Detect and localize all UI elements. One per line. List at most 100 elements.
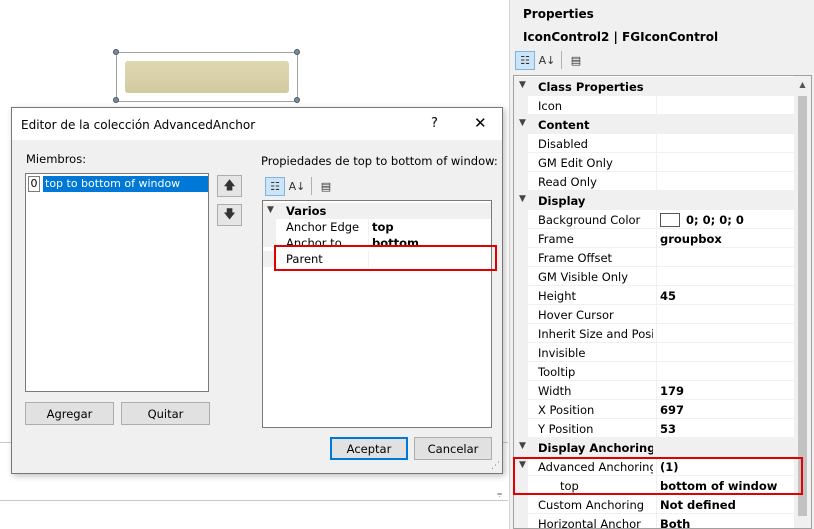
members-list[interactable]: 0 top to bottom of window [25, 173, 209, 392]
grid-category-row[interactable]: ▼ Content [514, 115, 796, 134]
property-name: Tooltip [538, 365, 576, 379]
property-name: GM Edit Only [538, 156, 613, 170]
dialog-title: Editor de la colección AdvancedAnchor [21, 118, 256, 132]
collapse-icon[interactable]: ⩦ [497, 489, 502, 499]
collapse-arrow-icon[interactable]: ▼ [519, 441, 526, 451]
alphabetical-sort-icon[interactable]: A↓ [537, 51, 557, 70]
property-value[interactable] [656, 362, 796, 381]
property-row[interactable]: Background Color 0; 0; 0; 0 [514, 210, 796, 229]
scroll-thumb[interactable] [798, 96, 807, 516]
property-pages-icon[interactable]: ▤ [566, 51, 586, 70]
property-value[interactable] [656, 343, 796, 362]
color-swatch [660, 213, 680, 227]
panel-title: Properties [523, 7, 594, 21]
property-name: Hover Cursor [538, 308, 614, 322]
grid-row-anchor-edge[interactable]: Anchor Edge top [263, 219, 491, 235]
resize-handle[interactable] [294, 97, 300, 103]
collapse-arrow-icon[interactable]: ▼ [519, 194, 526, 204]
help-icon[interactable]: ? [431, 116, 438, 131]
property-value[interactable]: 697 [656, 400, 796, 419]
row-gutter [514, 324, 528, 343]
list-item[interactable]: 0 top to bottom of window [28, 176, 208, 192]
property-name: Icon [538, 99, 563, 113]
dialog-titlebar: Editor de la colección AdvancedAnchor ? … [12, 108, 502, 140]
categorized-icon[interactable]: ☷ [265, 177, 285, 196]
property-row[interactable]: Tooltip [514, 362, 796, 381]
property-row[interactable]: Frame Offset [514, 248, 796, 267]
property-value[interactable]: Not defined [656, 495, 796, 514]
property-row[interactable]: Inherit Size and Position [514, 324, 796, 343]
property-row[interactable]: Read Only [514, 172, 796, 191]
categorized-icon[interactable]: ☷ [515, 51, 535, 70]
property-row[interactable]: X Position 697 [514, 400, 796, 419]
category-label: Display Anchoring [538, 441, 653, 455]
category-label: Varios [286, 204, 327, 218]
property-row[interactable]: Custom Anchoring Not defined [514, 495, 796, 514]
collapse-arrow-icon[interactable]: ▼ [519, 80, 526, 90]
collapse-arrow-icon[interactable]: ▼ [267, 205, 274, 215]
scroll-up-icon[interactable]: ▲ [794, 76, 811, 93]
alphabetical-sort-icon[interactable]: A↓ [287, 177, 307, 196]
property-name: Anchor Edge [286, 220, 360, 234]
grid-category-row[interactable]: ▼ Display Anchoring [514, 438, 796, 457]
property-value[interactable]: Both [656, 514, 796, 528]
property-value[interactable] [656, 305, 796, 324]
toolbar-separator [311, 177, 312, 195]
ok-button[interactable]: Aceptar [330, 437, 408, 460]
toolbar-separator [561, 51, 562, 69]
property-value[interactable] [656, 248, 796, 267]
property-value[interactable]: 0; 0; 0; 0 [656, 210, 796, 229]
selected-icon-control[interactable] [113, 49, 300, 103]
close-icon[interactable]: ✕ [474, 114, 487, 132]
property-row[interactable]: GM Visible Only [514, 267, 796, 286]
resize-handle[interactable] [294, 49, 300, 55]
move-up-button[interactable]: 🡅 [217, 175, 242, 197]
grid-category-row[interactable]: ▼ Varios [263, 203, 491, 219]
collapse-arrow-icon[interactable]: ▼ [519, 118, 526, 128]
property-value[interactable]: 179 [656, 381, 796, 400]
highlight-parent-row [274, 245, 497, 271]
row-gutter [514, 419, 528, 438]
row-gutter [514, 286, 528, 305]
move-down-button[interactable]: 🡇 [217, 204, 242, 226]
property-row[interactable]: Invisible [514, 343, 796, 362]
property-row[interactable]: Icon [514, 96, 796, 115]
property-value[interactable] [656, 134, 796, 153]
property-name: Y Position [538, 422, 594, 436]
resize-grip-icon[interactable]: ⋰ [491, 461, 500, 471]
property-row[interactable]: Y Position 53 [514, 419, 796, 438]
property-value[interactable] [656, 267, 796, 286]
property-row[interactable]: Height 45 [514, 286, 796, 305]
grid-category-row[interactable]: ▼ Class Properties [514, 77, 796, 96]
property-row[interactable]: Horizontal Anchor Both [514, 514, 796, 528]
collection-editor-dialog: Editor de la colección AdvancedAnchor ? … [11, 107, 503, 474]
property-name: Frame [538, 232, 574, 246]
resize-handle[interactable] [113, 49, 119, 55]
property-row[interactable]: Hover Cursor [514, 305, 796, 324]
remove-button[interactable]: Quitar [121, 402, 210, 425]
cancel-button[interactable]: Cancelar [414, 437, 492, 460]
property-value[interactable] [656, 153, 796, 172]
item-property-grid[interactable]: ▼ Varios Anchor Edge top Anchor to botto… [262, 200, 492, 428]
property-value[interactable] [656, 172, 796, 191]
grid-category-row[interactable]: ▼ Display [514, 191, 796, 210]
property-value[interactable] [656, 324, 796, 343]
property-value[interactable]: groupbox [656, 229, 796, 248]
property-value[interactable]: top [368, 219, 488, 235]
property-value[interactable] [656, 96, 796, 115]
property-row[interactable]: Width 179 [514, 381, 796, 400]
property-row[interactable]: Frame groupbox [514, 229, 796, 248]
property-value[interactable]: 53 [656, 419, 796, 438]
resize-handle[interactable] [113, 97, 119, 103]
row-gutter [514, 343, 528, 362]
row-gutter [514, 381, 528, 400]
property-row[interactable]: GM Edit Only [514, 153, 796, 172]
row-gutter [514, 514, 528, 528]
row-gutter [514, 495, 528, 514]
row-gutter [514, 96, 528, 115]
property-value[interactable]: 45 [656, 286, 796, 305]
property-row[interactable]: Disabled [514, 134, 796, 153]
property-pages-icon[interactable]: ▤ [316, 177, 336, 196]
add-button[interactable]: Agregar [25, 402, 114, 425]
member-index: 0 [28, 176, 40, 192]
